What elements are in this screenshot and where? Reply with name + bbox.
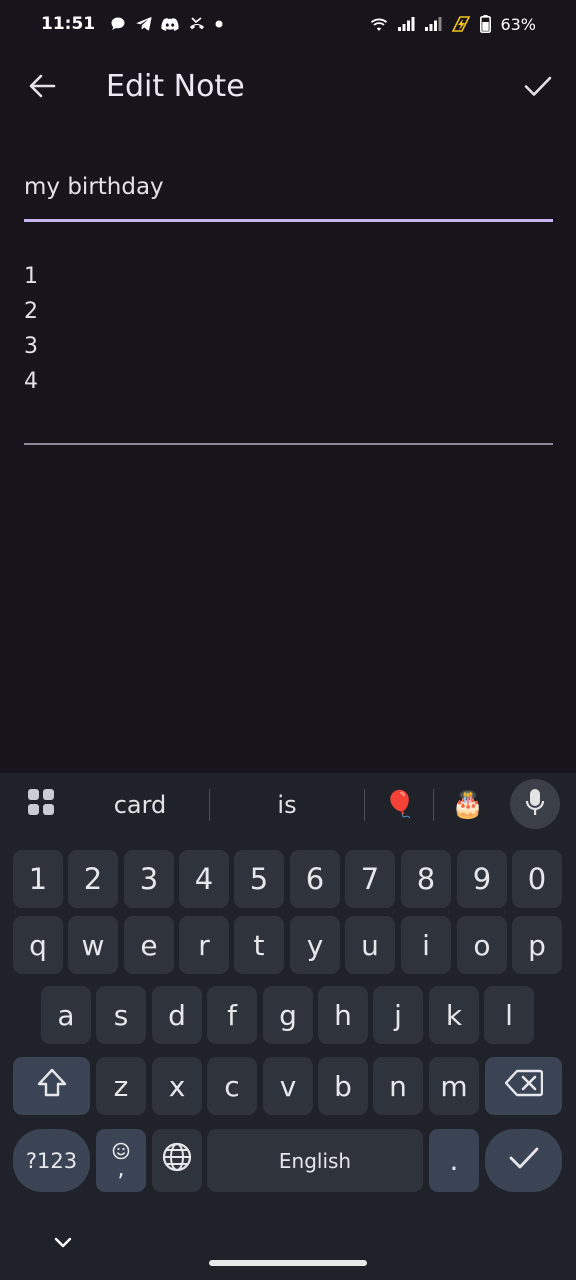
key-r[interactable]: r (179, 916, 229, 974)
key-s[interactable]: s (96, 986, 146, 1044)
note-body-line: 3 (24, 334, 38, 359)
key-p[interactable]: p (512, 916, 562, 974)
app-bar: Edit Note (0, 56, 576, 120)
key-q[interactable]: q (13, 916, 63, 974)
key-e[interactable]: e (124, 916, 174, 974)
key-0[interactable]: 0 (512, 850, 562, 908)
edit-note-screen: 11:51 63% Edit Note my birthday 1 2 3 4 … (0, 0, 576, 1280)
checkmark-icon (524, 75, 552, 101)
key-1[interactable]: 1 (13, 850, 63, 908)
comma-label: , (117, 1156, 125, 1182)
note-body-line: 1 (24, 264, 38, 289)
status-time: 11:51 (41, 14, 96, 34)
on-screen-keyboard: card is 🎈 🎂 1 2 3 4 5 6 7 8 9 0 q w e r (0, 773, 576, 1280)
key-9[interactable]: 9 (457, 850, 507, 908)
key-u[interactable]: u (345, 916, 395, 974)
arrow-left-icon (28, 74, 56, 102)
key-h[interactable]: h (318, 986, 368, 1044)
wifi-icon (370, 17, 388, 32)
key-n[interactable]: n (373, 1057, 423, 1115)
key-8[interactable]: 8 (401, 850, 451, 908)
missed-call-icon (188, 17, 206, 31)
key-w[interactable]: w (68, 916, 118, 974)
status-left: 11:51 (41, 14, 223, 34)
key-f[interactable]: f (207, 986, 257, 1044)
key-y[interactable]: y (290, 916, 340, 974)
charging-bolt-icon (451, 16, 471, 32)
note-title-field[interactable]: my birthday (24, 160, 553, 222)
discord-icon (161, 17, 179, 32)
navigation-bar (0, 1222, 576, 1280)
hide-keyboard-button[interactable] (50, 1230, 76, 1256)
emoji-comma-key[interactable]: , (96, 1129, 146, 1192)
note-body-line: 4 (24, 369, 38, 394)
suggestion-emoji-cake[interactable]: 🎂 (442, 785, 494, 825)
telegram-icon (135, 16, 152, 32)
key-m[interactable]: m (429, 1057, 479, 1115)
key-d[interactable]: d (152, 986, 202, 1044)
microphone-icon (525, 788, 545, 820)
shift-arrow-icon (36, 1068, 68, 1105)
checkmark-icon (508, 1144, 540, 1177)
suggestion-emoji-balloon[interactable]: 🎈 (374, 785, 426, 825)
note-body-line: 2 (24, 299, 38, 324)
space-bar[interactable]: English (207, 1129, 423, 1192)
battery-icon (480, 15, 492, 33)
backspace-key[interactable] (485, 1057, 562, 1115)
suggestion-strip: card is 🎈 🎂 (0, 773, 576, 837)
signal-icon (397, 16, 415, 32)
key-c[interactable]: c (207, 1057, 257, 1115)
suggestion-word[interactable]: is (220, 785, 354, 825)
keyboard-menu-button[interactable] (18, 785, 64, 825)
note-body-field[interactable]: 1 2 3 4 (24, 256, 553, 445)
suggestion-word[interactable]: card (80, 785, 200, 825)
notification-dot-icon (215, 20, 223, 28)
key-5[interactable]: 5 (234, 850, 284, 908)
shift-key[interactable] (13, 1057, 90, 1115)
note-title-text: my birthday (24, 174, 164, 200)
key-3[interactable]: 3 (124, 850, 174, 908)
backspace-icon (504, 1069, 543, 1104)
signal-icon-2 (424, 16, 442, 32)
key-b[interactable]: b (318, 1057, 368, 1115)
back-button[interactable] (22, 68, 62, 108)
note-body-lines: 1 2 3 4 (24, 259, 38, 399)
key-t[interactable]: t (234, 916, 284, 974)
key-6[interactable]: 6 (290, 850, 340, 908)
key-4[interactable]: 4 (179, 850, 229, 908)
suggestion-divider (364, 789, 365, 821)
home-gesture-pill[interactable] (209, 1260, 367, 1266)
page-title: Edit Note (106, 69, 245, 104)
enter-key[interactable] (485, 1129, 562, 1192)
key-k[interactable]: k (429, 986, 479, 1044)
status-right: 63% (370, 15, 536, 34)
key-i[interactable]: i (401, 916, 451, 974)
globe-icon (161, 1141, 193, 1180)
key-x[interactable]: x (152, 1057, 202, 1115)
battery-percentage: 63% (500, 14, 536, 34)
key-v[interactable]: v (263, 1057, 313, 1115)
key-j[interactable]: j (373, 986, 423, 1044)
period-key[interactable]: . (429, 1129, 479, 1192)
symbols-key[interactable]: ?123 (13, 1129, 90, 1192)
key-o[interactable]: o (457, 916, 507, 974)
voice-input-button[interactable] (510, 779, 560, 829)
key-z[interactable]: z (96, 1057, 146, 1115)
language-key[interactable] (152, 1129, 202, 1192)
status-bar: 11:51 63% (0, 0, 576, 48)
chat-bubble-icon (110, 16, 126, 32)
key-l[interactable]: l (484, 986, 534, 1044)
suggestion-divider (209, 789, 210, 821)
key-7[interactable]: 7 (345, 850, 395, 908)
key-a[interactable]: a (41, 986, 91, 1044)
key-2[interactable]: 2 (68, 850, 118, 908)
key-g[interactable]: g (263, 986, 313, 1044)
save-button[interactable] (518, 68, 558, 108)
apps-grid-icon (27, 788, 55, 822)
chevron-down-icon (54, 1234, 72, 1253)
suggestion-divider (433, 789, 434, 821)
